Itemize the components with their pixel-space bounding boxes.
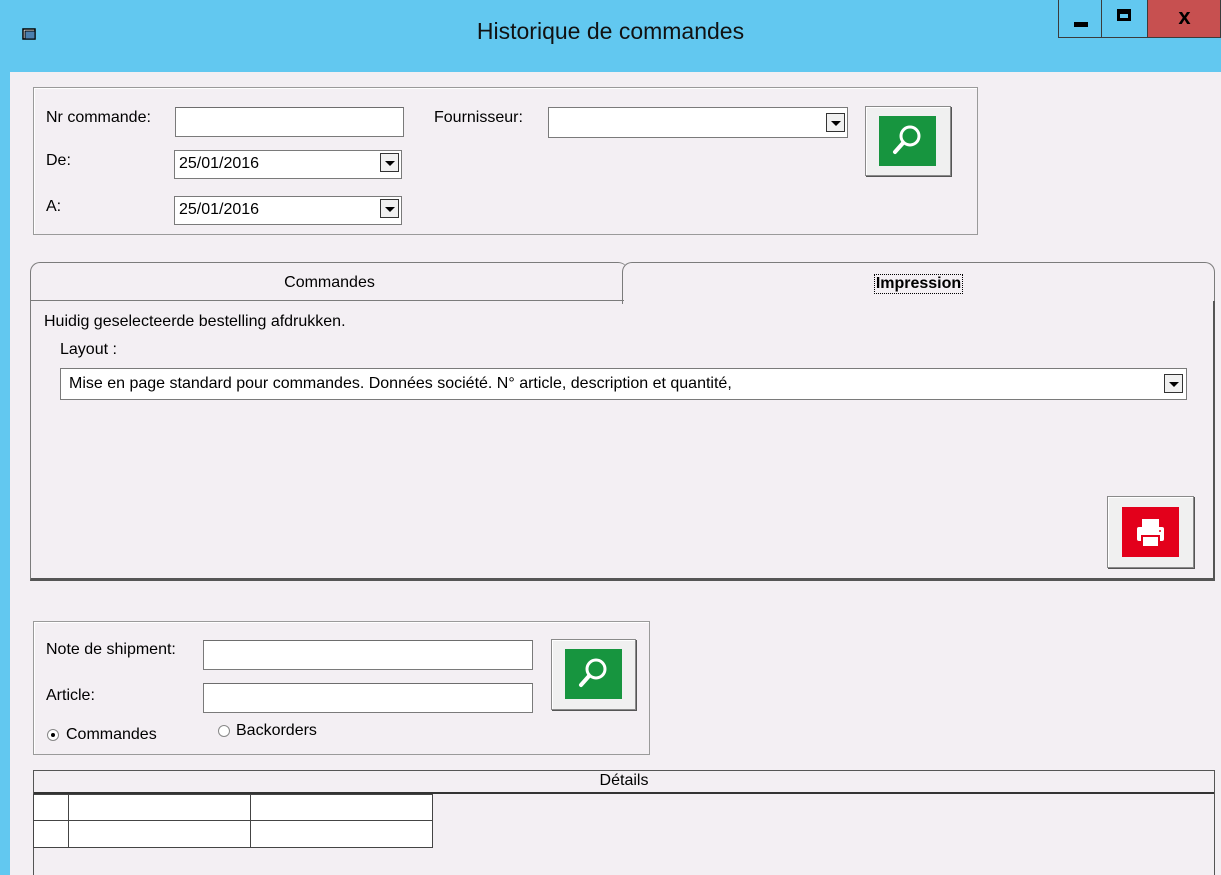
from-date-label: De: <box>46 152 71 169</box>
minimize-button[interactable] <box>1058 0 1102 38</box>
layout-label: Layout : <box>60 341 117 358</box>
window-title: Historique de commandes <box>476 18 745 44</box>
article-label: Article: <box>46 687 95 704</box>
radio-backorders-label: Backorders <box>236 722 317 739</box>
supplier-select[interactable] <box>548 107 848 138</box>
print-panel <box>30 301 1215 581</box>
to-date-label: A: <box>46 198 62 215</box>
to-date-picker[interactable]: 25/01/2016 <box>174 196 402 225</box>
close-icon: x <box>1178 4 1191 29</box>
window-border <box>0 72 10 875</box>
supplier-dropdown-icon[interactable] <box>826 113 845 132</box>
order-number-label: Nr commande: <box>46 109 151 126</box>
from-date-picker[interactable]: 25/01/2016 <box>174 150 402 179</box>
grid-cell[interactable] <box>68 820 251 848</box>
grid-column-header[interactable] <box>68 794 251 821</box>
tab-impression[interactable]: Impression <box>622 262 1215 304</box>
tab-commandes[interactable]: Commandes <box>30 262 628 302</box>
grid-row-header-cell[interactable] <box>33 820 69 848</box>
to-date-dropdown-icon[interactable] <box>380 199 399 218</box>
article-input[interactable] <box>203 683 533 713</box>
tab-divider <box>30 300 624 301</box>
layout-value: Mise en page standard pour commandes. Do… <box>69 375 732 392</box>
grid-column-header[interactable] <box>250 794 433 821</box>
search-shipment-button[interactable] <box>551 639 636 710</box>
shipment-label: Note de shipment: <box>46 641 176 658</box>
to-date-value: 25/01/2016 <box>179 201 260 218</box>
from-date-value: 25/01/2016 <box>179 155 260 172</box>
maximize-button[interactable] <box>1102 0 1148 38</box>
details-header-label: Détails <box>599 772 649 789</box>
supplier-label: Fournisseur: <box>434 109 523 126</box>
from-date-dropdown-icon[interactable] <box>380 153 399 172</box>
printer-icon <box>1137 519 1164 548</box>
tab-commandes-label: Commandes <box>284 274 375 291</box>
grid-row-header-cell[interactable] <box>33 794 69 821</box>
radio-backorders[interactable] <box>218 725 230 737</box>
maximize-icon <box>1117 9 1131 21</box>
radio-selected-dot <box>51 733 55 737</box>
magnifier-icon <box>579 658 607 687</box>
shipment-input[interactable] <box>203 640 533 670</box>
grid-cell[interactable] <box>250 820 433 848</box>
radio-orders-label: Commandes <box>66 726 157 743</box>
radio-orders[interactable] <box>47 729 59 741</box>
print-description: Huidig geselecteerde bestelling afdrukke… <box>44 313 346 330</box>
tab-impression-label: Impression <box>873 274 964 294</box>
details-header: Détails <box>34 771 1214 794</box>
minimize-icon <box>1074 22 1088 27</box>
layout-dropdown-icon[interactable] <box>1164 374 1183 393</box>
close-button[interactable]: x <box>1148 0 1221 38</box>
print-button[interactable] <box>1107 496 1194 568</box>
magnifier-icon <box>893 125 921 154</box>
order-number-input[interactable] <box>175 107 404 137</box>
search-orders-button[interactable] <box>865 106 951 176</box>
layout-select[interactable]: Mise en page standard pour commandes. Do… <box>60 368 1187 400</box>
